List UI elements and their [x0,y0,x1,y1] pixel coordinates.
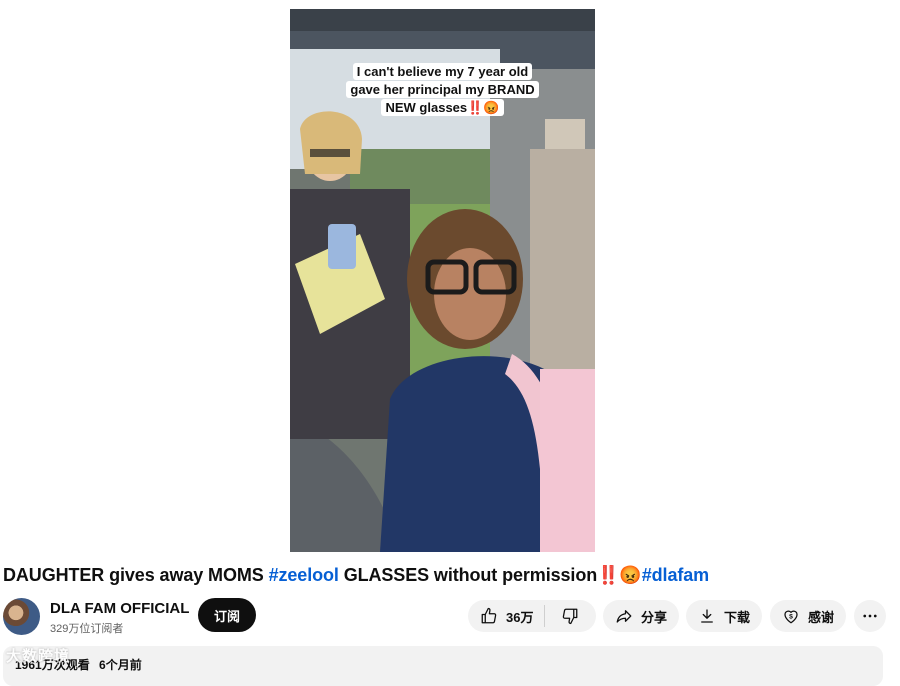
caption-line-3: NEW glasses [385,100,468,115]
share-button[interactable]: 分享 [603,600,679,632]
like-dislike-group: 36万 [468,600,596,632]
description-box[interactable]: 1961万次观看 6个月前 [3,646,883,686]
dislike-button[interactable] [545,600,596,632]
subscriber-count: 329万位订阅者 [50,623,124,635]
title-text-1: DAUGHTER gives away MOMS [3,565,269,585]
channel-name[interactable]: DLA FAM OFFICIAL [50,600,189,617]
thanks-button[interactable]: $ 感谢 [770,600,846,632]
title-text-2: GLASSES without permission [338,565,598,585]
download-icon [701,609,713,623]
video-player[interactable]: I can't believe my 7 year old gave her p… [290,9,595,552]
title-emoji: ‼️😡 [597,565,642,585]
subscribe-button[interactable]: 订阅 [198,598,256,632]
caption-line-2: gave her principal my BRAND [346,81,539,98]
download-button[interactable]: 下载 [686,600,762,632]
video-title: DAUGHTER gives away MOMS #zeelool GLASSE… [3,565,893,586]
more-horizontal-icon [863,614,877,618]
like-button[interactable]: 36万 [468,600,544,632]
thumbs-down-icon [563,608,578,625]
thanks-label: 感谢 [807,609,834,625]
svg-text:$: $ [789,613,793,620]
share-icon [616,610,632,623]
super-thanks-icon: $ [784,610,798,624]
channel-avatar[interactable] [3,598,40,635]
download-label: 下载 [723,609,750,625]
thumbs-up-icon [481,607,497,624]
like-count: 36万 [506,609,534,625]
caption-line-1: I can't believe my 7 year old [352,63,533,80]
caption-emoji: ‼️😡 [467,100,500,115]
more-actions-button[interactable] [854,600,886,632]
channel-action-row: DLA FAM OFFICIAL 329万位订阅者 订阅 36万 分享 下载 $… [3,596,893,636]
video-caption: I can't believe my 7 year old gave her p… [343,63,543,117]
share-label: 分享 [640,609,667,625]
watermark-logo: 大数跨境 [6,648,71,665]
upload-age: 6个月前 [99,658,142,672]
hashtag-zeelool-link[interactable]: #zeelool [269,565,339,585]
hashtag-dlafam-link[interactable]: #dlafam [642,565,709,585]
